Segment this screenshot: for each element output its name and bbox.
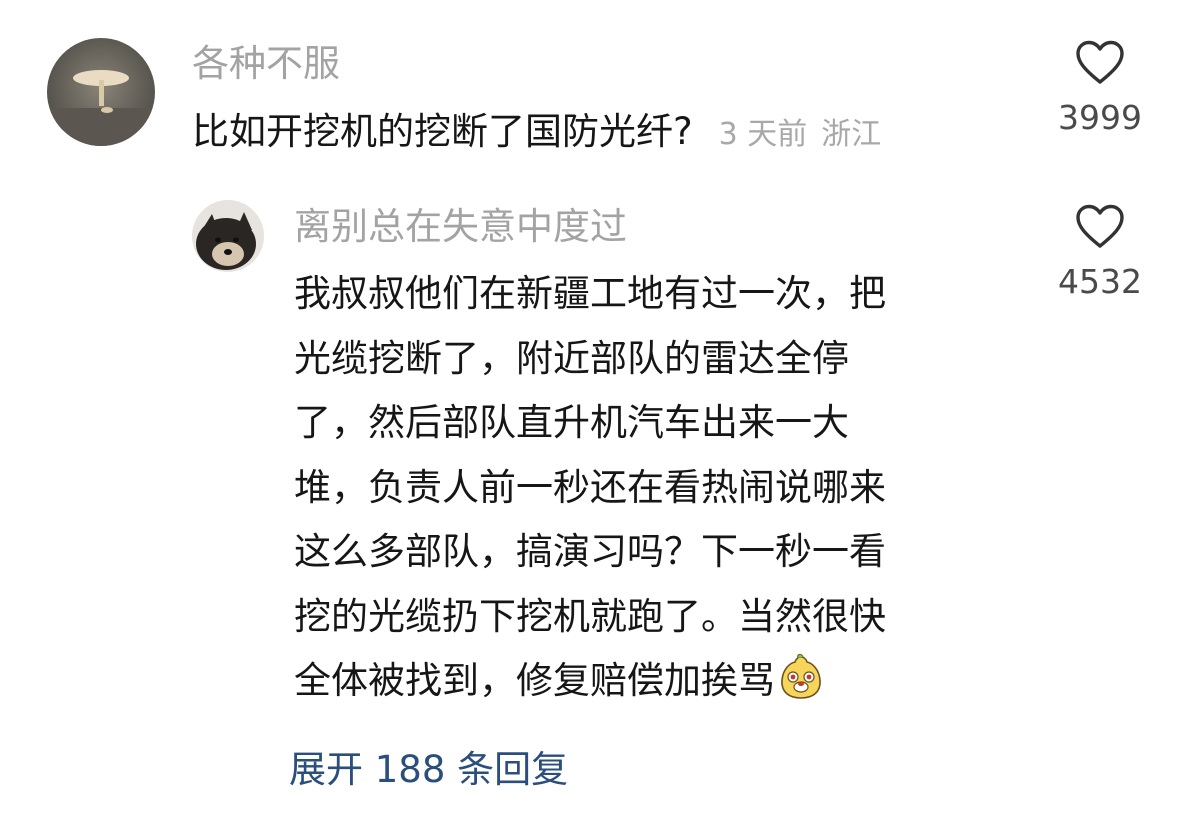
reply-text-block: 我叔叔他们在新疆工地有过一次，把 光缆挖断了，附近部队的雷达全停 了，然后部队直…	[294, 262, 999, 714]
comment-like-button[interactable]: 3999	[1040, 40, 1160, 138]
replier-username[interactable]: 离别总在失意中度过	[294, 205, 627, 249]
comment-text: 比如开挖机的挖断了国防光纤?	[192, 110, 693, 153]
heart-outline-icon	[1076, 204, 1124, 248]
mushroom-photo-avatar-icon	[47, 38, 155, 146]
reply-like-button[interactable]: 4532	[1040, 204, 1160, 302]
comment-meta: 3 天前 浙江	[719, 109, 882, 153]
comment-location: 浙江	[821, 117, 882, 152]
heart-outline-icon	[1076, 40, 1124, 84]
comment-time: 3 天前	[718, 117, 808, 152]
commenter-avatar[interactable]	[47, 38, 155, 146]
replier-avatar[interactable]	[192, 200, 264, 272]
reply-like-count: 4532	[1058, 262, 1142, 301]
reply-text: 我叔叔他们在新疆工地有过一次，把 光缆挖断了，附近部队的雷达全停 了，然后部队直…	[294, 272, 886, 702]
commenter-username[interactable]: 各种不服	[192, 42, 340, 86]
expand-replies-link[interactable]: 展开 188 条回复	[289, 746, 568, 794]
comment-body: 比如开挖机的挖断了国防光纤? 3 天前 浙江	[192, 106, 881, 158]
dog-photo-avatar-icon	[192, 200, 264, 272]
grinning-mascot-emoji-icon	[777, 653, 825, 701]
comment-like-count: 3999	[1058, 98, 1142, 137]
